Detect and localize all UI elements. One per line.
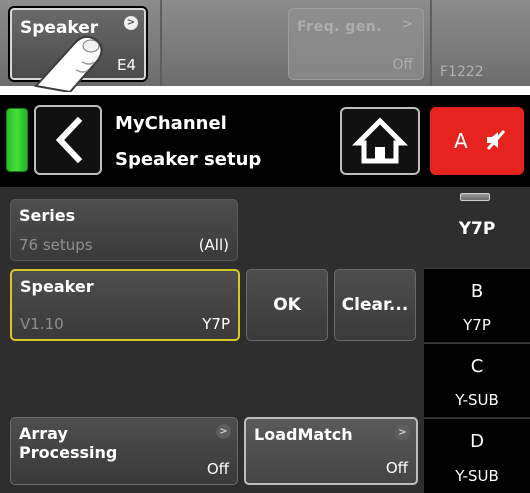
clear-label: Clear... — [341, 295, 409, 315]
page-title: MyChannel — [115, 113, 227, 134]
tab-channel-c[interactable]: C Y-SUB — [424, 343, 530, 417]
tab-model: Y-SUB — [455, 467, 499, 485]
tab-channel-a[interactable]: Y7P — [424, 187, 530, 267]
home-button[interactable] — [340, 107, 420, 175]
chevron-right-icon: > — [402, 17, 413, 32]
status-led — [6, 108, 28, 172]
speaker-muted-icon — [486, 130, 506, 150]
freq-gen-tile[interactable]: Freq. gen. > Off — [288, 8, 424, 80]
strip-divider — [430, 0, 432, 86]
loadmatch-label: LoadMatch — [254, 425, 353, 444]
speaker-version: V1.10 — [20, 315, 64, 333]
ok-label: OK — [273, 295, 301, 315]
speaker-value: Y7P — [202, 315, 230, 333]
freq-gen-value: Off — [392, 57, 413, 73]
mute-channel-label: A — [454, 129, 468, 153]
speaker-button[interactable]: Speaker V1.10 Y7P — [10, 269, 240, 341]
channel-tabs: Y7P B Y7P C Y-SUB D Y-SUB — [424, 187, 530, 493]
amp-model-label: F1222 — [440, 64, 484, 80]
pointing-finger-icon — [34, 35, 103, 92]
chevron-left-icon — [55, 116, 83, 164]
series-label: Series — [19, 206, 76, 225]
array-processing-label: Array Processing — [19, 424, 117, 462]
tab-model: Y-SUB — [455, 391, 499, 409]
array-label-line2: Processing — [19, 443, 118, 462]
array-processing-button[interactable]: Array Processing > Off — [10, 417, 238, 485]
series-button[interactable]: Series 76 setups (All) — [10, 199, 238, 261]
channel-indicator-bar — [460, 193, 490, 201]
home-icon — [351, 117, 409, 164]
freq-gen-label: Freq. gen. — [297, 19, 383, 35]
series-value: (All) — [198, 236, 229, 254]
array-processing-value: Off — [206, 460, 229, 478]
tab-channel-d[interactable]: D Y-SUB — [424, 418, 530, 493]
speaker-label: Speaker — [20, 277, 94, 296]
array-label-line1: Array — [19, 424, 68, 443]
tab-model: Y7P — [463, 316, 491, 334]
tab-letter: B — [470, 281, 484, 302]
loadmatch-value: Off — [385, 459, 408, 477]
page-subtitle: Speaker setup — [115, 149, 262, 170]
chevron-right-icon: > — [216, 424, 231, 439]
clear-button[interactable]: Clear... — [334, 269, 416, 341]
header-bar: MyChannel Speaker setup A — [0, 95, 530, 187]
chevron-right-icon: > — [395, 425, 410, 440]
device-screen: MyChannel Speaker setup A Series 76 setu… — [0, 95, 530, 493]
ok-button[interactable]: OK — [246, 269, 328, 341]
series-info: 76 setups — [19, 236, 93, 254]
loadmatch-button[interactable]: LoadMatch > Off — [244, 417, 418, 485]
tab-letter: D — [470, 431, 484, 452]
tab-letter: C — [470, 356, 484, 377]
tab-channel-b[interactable]: B Y7P — [424, 268, 530, 342]
back-button[interactable] — [34, 105, 102, 175]
tab-model: Y7P — [458, 219, 496, 239]
mute-button[interactable]: A — [430, 107, 524, 175]
touch-demo-strip: Speaker > E4 Freq. gen. > Off F1222 — [0, 0, 530, 92]
strip-divider — [160, 0, 162, 86]
